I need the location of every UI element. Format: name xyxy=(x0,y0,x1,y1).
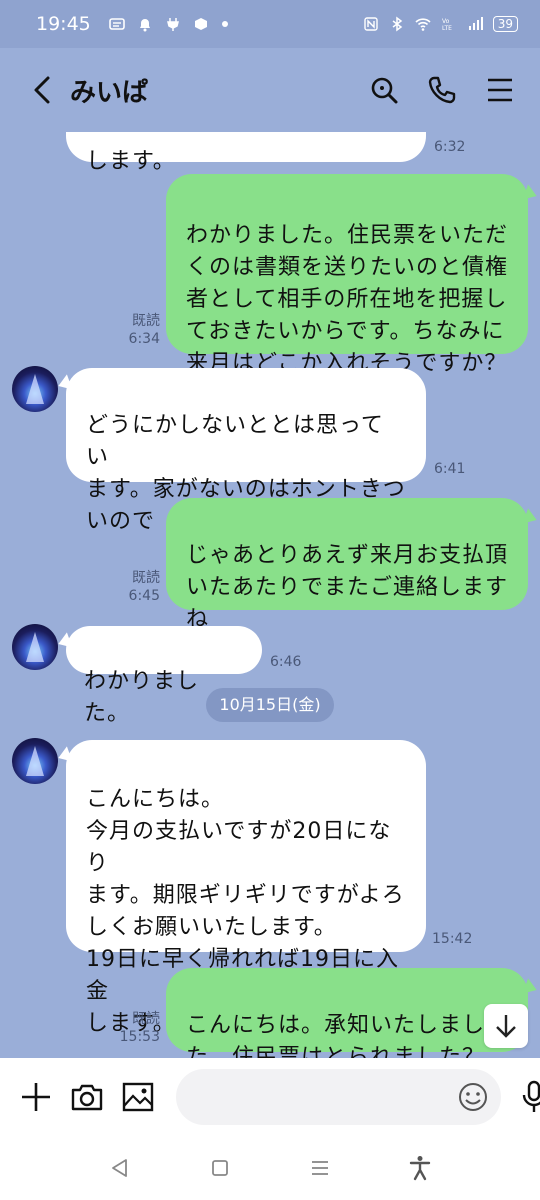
call-button[interactable] xyxy=(426,74,458,106)
message-meta: 既読 6:45 xyxy=(112,569,160,605)
read-receipt: 既読 xyxy=(132,1011,160,1027)
status-bar: 19:45 Vo LTE 39 xyxy=(0,0,540,48)
nav-recents-button[interactable] xyxy=(300,1148,340,1188)
microphone-icon xyxy=(522,1080,540,1112)
chat-title: みいぱ xyxy=(70,77,149,108)
message-meta: 既読 15:53 xyxy=(112,1010,160,1046)
image-icon xyxy=(122,1082,154,1112)
message-time: 6:32 xyxy=(434,139,466,155)
message-time: 6:34 xyxy=(128,331,160,347)
read-receipt: 既読 xyxy=(132,313,160,329)
image-button[interactable] xyxy=(122,1077,154,1117)
message-incoming[interactable]: します。 xyxy=(66,132,426,174)
message-text: わかりました。住民票をいただ くのは書類を送りたいのと債権 者として相手の所在地… xyxy=(186,223,509,376)
nfc-icon xyxy=(364,17,378,31)
voice-input-button[interactable] xyxy=(521,1077,540,1117)
message-text: じゃあとりあえず来月お支払頂 いたあたりでまたご連絡します ね xyxy=(186,543,509,632)
message-time: 15:42 xyxy=(432,931,473,947)
battery-indicator: 39 xyxy=(492,16,518,32)
message-incoming[interactable]: わかりました。 xyxy=(66,626,262,726)
chat-area[interactable]: します。 6:32 既読 6:34 わかりました。住民票をいただ くのは書類を送… xyxy=(0,132,540,1058)
plus-icon xyxy=(22,1083,50,1111)
bluetooth-icon xyxy=(392,16,402,32)
lines-recents-icon xyxy=(312,1161,328,1175)
menu-icon xyxy=(488,78,512,102)
chevron-left-icon xyxy=(34,76,50,104)
system-nav-bar xyxy=(0,1136,540,1200)
message-outgoing[interactable]: じゃあとりあえず来月お支払頂 いたあたりでまたご連絡します ね xyxy=(166,498,528,632)
date-divider: 10月15日(金) xyxy=(206,688,334,722)
message-time: 6:41 xyxy=(434,461,466,477)
phone-icon xyxy=(428,76,456,104)
camera-button[interactable] xyxy=(70,1077,104,1117)
message-time: 6:46 xyxy=(270,654,302,670)
message-outgoing[interactable]: わかりました。住民票をいただ くのは書類を送りたいのと債権 者として相手の所在地… xyxy=(166,174,528,376)
wifi-icon xyxy=(415,18,431,31)
bell-icon xyxy=(139,19,150,32)
svg-text:Vo: Vo xyxy=(442,18,450,25)
search-icon xyxy=(371,77,398,104)
message-text: こんにちは。承知いたしまし た。住民票はとられました？ xyxy=(186,1013,486,1058)
emoji-icon[interactable] xyxy=(457,1081,489,1113)
avatar[interactable] xyxy=(12,366,58,412)
search-button[interactable] xyxy=(368,74,400,106)
accessibility-icon xyxy=(409,1156,431,1181)
message-incoming[interactable]: こんにちは。 今月の支払いですが20日になり ます。期限ギリギリですがよろ しく… xyxy=(66,740,426,1036)
avatar[interactable] xyxy=(12,738,58,784)
nav-home-button[interactable] xyxy=(200,1148,240,1188)
chat-header: みいぱ xyxy=(0,48,540,132)
avatar[interactable] xyxy=(12,624,58,670)
camera-icon xyxy=(71,1084,103,1111)
message-input-bar xyxy=(0,1058,540,1136)
scroll-to-bottom-button[interactable] xyxy=(484,1004,528,1048)
message-input[interactable] xyxy=(176,1069,501,1125)
message-text: します。 xyxy=(86,149,176,174)
read-receipt: 既読 xyxy=(132,570,160,586)
message-incoming[interactable]: どうにかしないととは思ってい ます。家がないのはホントきつ いので xyxy=(66,368,426,534)
nav-back-button[interactable] xyxy=(100,1148,140,1188)
status-time: 19:45 xyxy=(36,13,91,35)
dot-icon xyxy=(221,21,228,27)
app-icon xyxy=(194,18,207,30)
accessibility-button[interactable] xyxy=(400,1148,440,1188)
message-outgoing[interactable]: こんにちは。承知いたしまし た。住民票はとられました？ xyxy=(166,968,528,1058)
triangle-back-icon xyxy=(112,1159,127,1177)
news-icon xyxy=(108,18,125,30)
signal-icon xyxy=(468,17,483,30)
volte-icon: VoLTE xyxy=(442,18,452,32)
svg-text:LTE: LTE xyxy=(442,25,452,32)
add-button[interactable] xyxy=(20,1077,52,1117)
message-time: 6:45 xyxy=(128,588,160,604)
message-time: 15:53 xyxy=(119,1029,160,1045)
menu-button[interactable] xyxy=(484,74,516,106)
message-text: わかりました。 xyxy=(84,669,200,726)
arrow-down-icon xyxy=(496,1015,516,1038)
square-home-icon xyxy=(212,1160,228,1176)
message-meta: 既読 6:34 xyxy=(112,312,160,348)
back-button[interactable] xyxy=(24,68,60,112)
plug-icon xyxy=(166,18,179,31)
